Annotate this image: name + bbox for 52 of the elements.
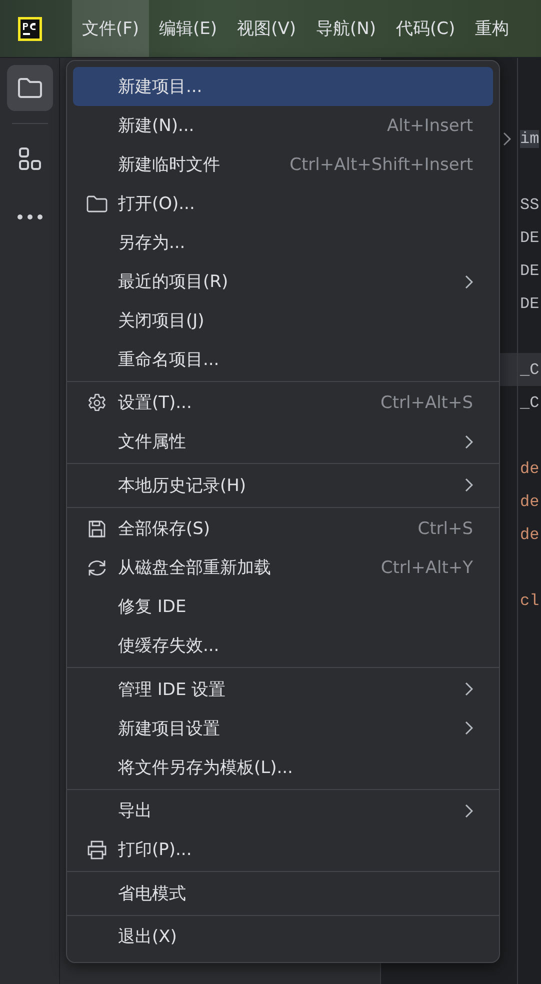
menu-bar-item[interactable]: 编辑(E) <box>149 0 228 57</box>
menu-item[interactable]: 打印(P)... <box>73 830 493 870</box>
menu-item[interactable]: 重命名项目... <box>73 340 493 379</box>
code-line: cl <box>519 590 540 612</box>
menu-item[interactable]: 退出(X) <box>73 916 493 956</box>
shortcut-text: Ctrl+S <box>418 518 473 539</box>
printer-icon <box>86 840 108 860</box>
shortcut-text: Ctrl+Alt+Y <box>380 558 473 578</box>
menu-item[interactable]: 打开(O)... <box>73 184 493 223</box>
settings-icon <box>86 392 106 413</box>
code-line: _C <box>519 392 540 414</box>
menu-bar-item[interactable]: 文件(F) <box>72 0 150 57</box>
menu-item[interactable]: 最近的项目(R) <box>73 262 493 301</box>
menu-item[interactable]: 关闭项目(J) <box>73 301 493 340</box>
menu-item[interactable]: 新建(N)... Alt+Insert <box>73 106 493 145</box>
menu-bar-item[interactable]: 视图(V) <box>227 0 306 57</box>
menu-bar-item[interactable]: 代码(C) <box>386 0 466 57</box>
menu-item[interactable]: 管理 IDE 设置 <box>73 670 493 709</box>
menu-item[interactable]: 文件属性 <box>73 422 493 462</box>
menu-item[interactable]: 将文件另存为模板(L)... <box>73 748 493 787</box>
save-icon <box>88 520 106 538</box>
code-line: DE <box>519 260 540 282</box>
menu-item[interactable]: 本地历史记录(H) <box>73 466 493 505</box>
menu-item[interactable]: 省电模式 <box>73 874 493 913</box>
menu-item[interactable]: 导出 <box>73 791 493 830</box>
menu-item[interactable]: 另存为... <box>73 223 493 262</box>
menu-item[interactable]: 使缓存失效... <box>73 626 493 666</box>
shortcut-text: Ctrl+Alt+S <box>380 392 473 413</box>
menu-item[interactable]: 新建临时文件 Ctrl+Alt+Shift+Insert <box>73 145 493 184</box>
menu-item[interactable]: 新建项目... <box>73 67 493 106</box>
shortcut-text: Alt+Insert <box>386 116 473 136</box>
shortcut-text: Ctrl+Alt+Shift+Insert <box>290 154 473 174</box>
menu-item[interactable]: 全部保存(S) Ctrl+S <box>73 509 493 548</box>
more-icon <box>16 214 42 220</box>
menu-bar-item[interactable]: 重构 <box>465 0 520 57</box>
code-line: SS <box>519 194 540 216</box>
code-line: de <box>519 458 540 480</box>
app-logo-icon[interactable] <box>18 16 42 40</box>
menu-item[interactable]: 设置(T)... Ctrl+Alt+S <box>73 383 493 422</box>
reload-icon <box>86 558 108 578</box>
code-line: DE <box>519 294 540 314</box>
folder-icon <box>16 77 42 99</box>
code-line: de <box>519 492 540 512</box>
menu-item[interactable]: 修复 IDE <box>73 587 493 626</box>
menu-item[interactable]: 从磁盘全部重新加载 Ctrl+Alt+Y <box>73 548 493 588</box>
menu-bar-item[interactable]: 导航(N) <box>306 0 386 57</box>
menu-item[interactable]: 新建项目设置 <box>73 708 493 748</box>
code-line: de <box>519 524 540 546</box>
code-line: DE <box>519 228 540 248</box>
folder-icon <box>86 194 108 212</box>
project-button[interactable] <box>6 65 52 111</box>
structure-icon <box>18 147 42 171</box>
